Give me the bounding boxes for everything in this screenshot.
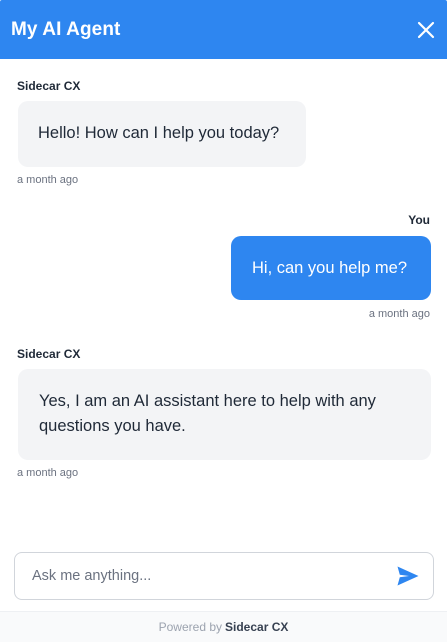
- message-text: Yes, I am an AI assistant here to help w…: [39, 392, 376, 435]
- message-input[interactable]: [32, 568, 389, 584]
- close-button[interactable]: [415, 19, 437, 41]
- message-list[interactable]: Sidecar CX Hello! How can I help you tod…: [0, 59, 447, 549]
- message-text: Hello! How can I help you today?: [38, 124, 280, 142]
- agent-message-bubble: Yes, I am an AI assistant here to help w…: [18, 369, 431, 460]
- chat-title: My AI Agent: [11, 18, 121, 40]
- powered-by-label: Powered by: [158, 620, 222, 634]
- message-sender: Sidecar CX: [17, 347, 81, 361]
- chat-header: My AI Agent: [0, 0, 447, 59]
- brand-link[interactable]: Sidecar CX: [225, 620, 288, 634]
- message-sender: You: [408, 213, 430, 227]
- message-timestamp: a month ago: [368, 308, 430, 320]
- agent-message-bubble: Hello! How can I help you today?: [18, 101, 306, 167]
- message-timestamp: a month ago: [17, 174, 79, 186]
- powered-by-footer: Powered by Sidecar CX: [0, 611, 447, 642]
- close-icon: [417, 21, 435, 38]
- message-text: Hi, can you help me?: [252, 259, 408, 277]
- send-icon: [397, 566, 419, 586]
- message-composer: [14, 552, 434, 600]
- user-message-bubble: Hi, can you help me?: [231, 236, 431, 300]
- message-sender: Sidecar CX: [17, 79, 81, 93]
- send-button[interactable]: [395, 563, 421, 589]
- message-timestamp: a month ago: [17, 467, 79, 479]
